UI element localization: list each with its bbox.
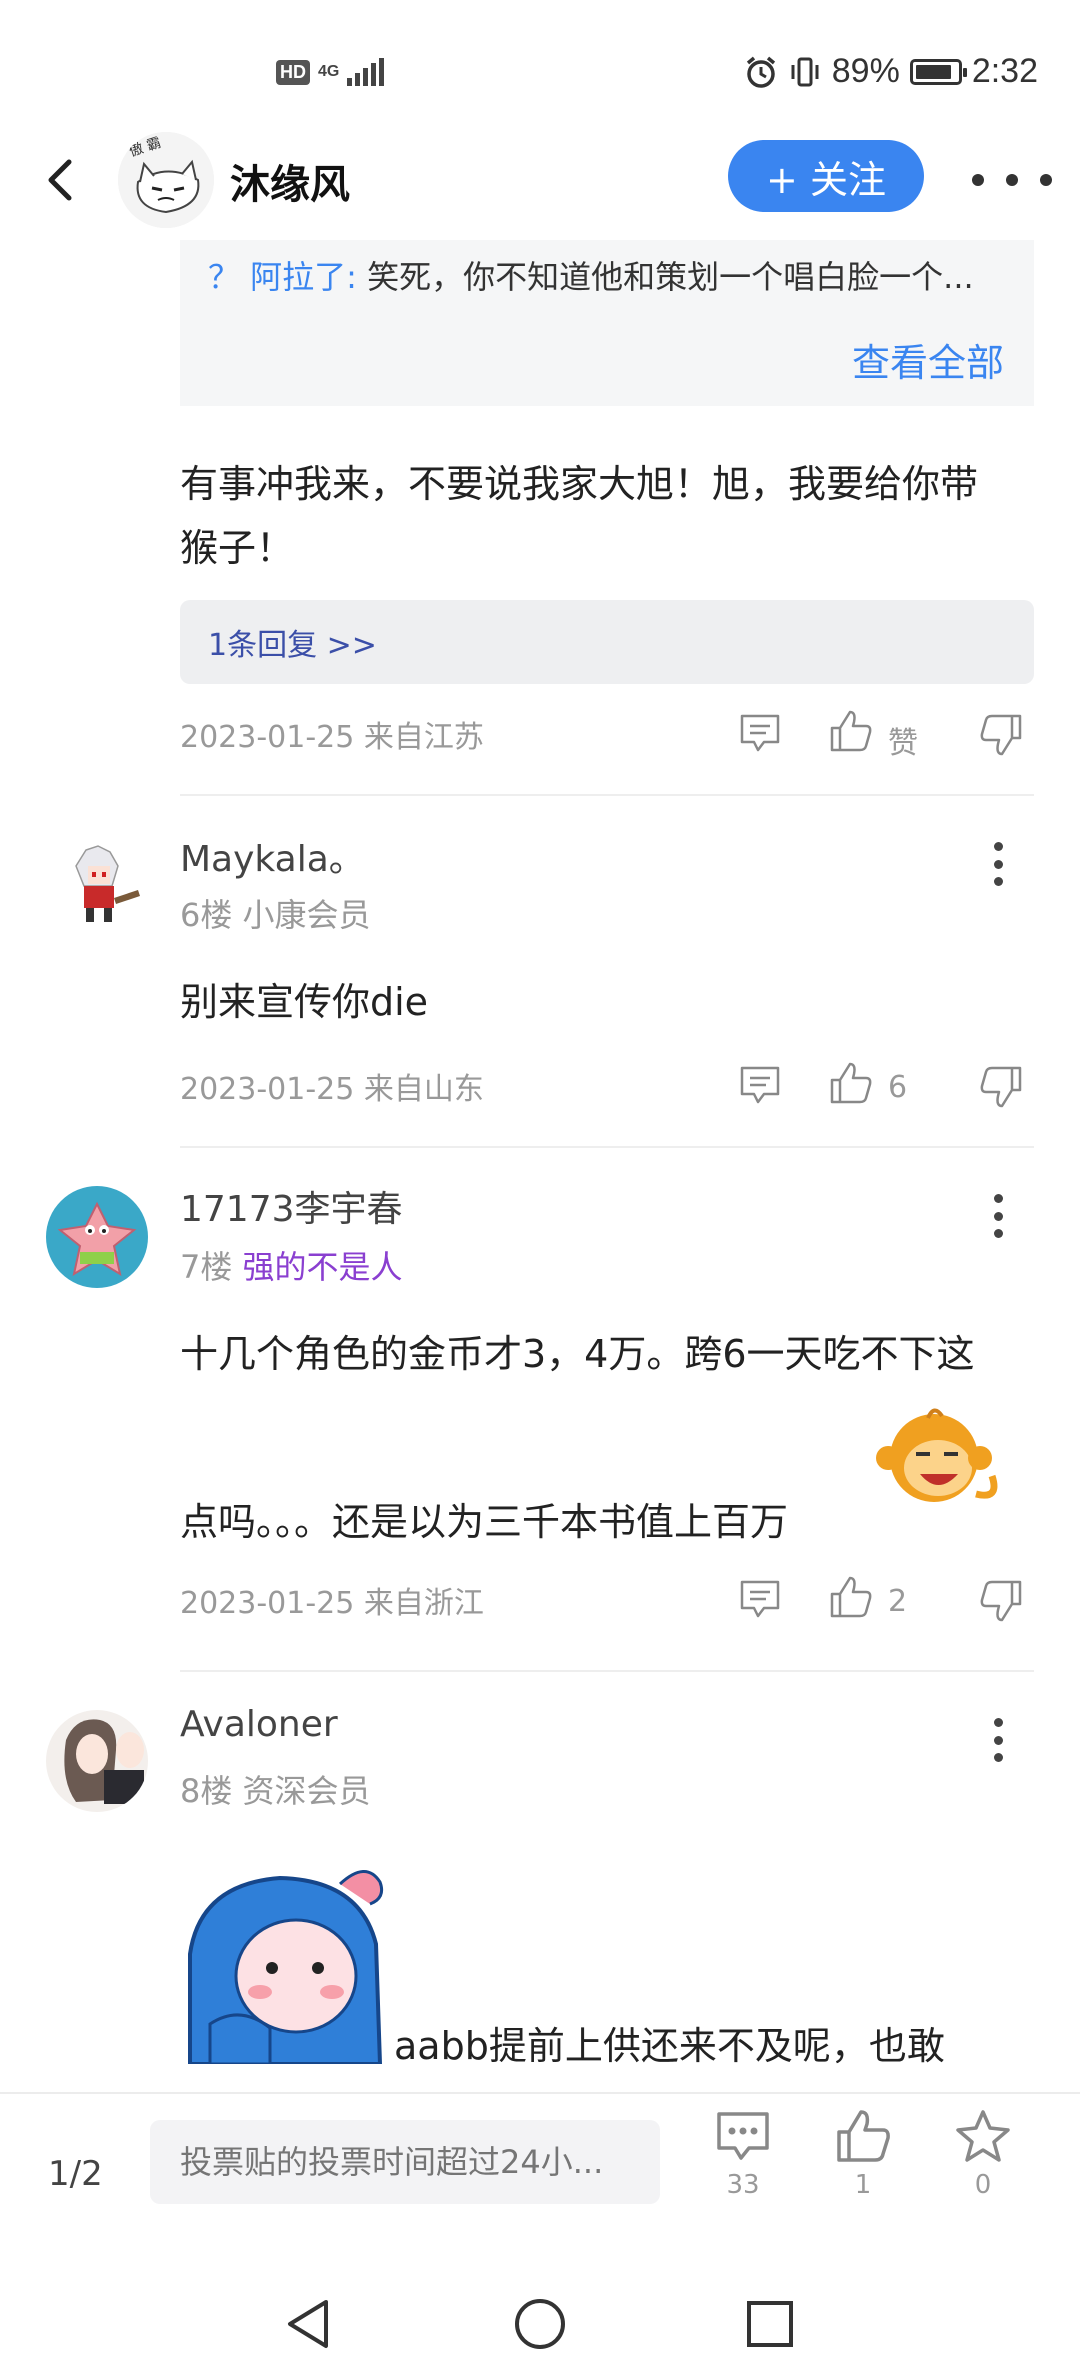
comments-button[interactable]: 33 — [698, 2108, 788, 2200]
reply-count-link[interactable]: 1条回复 >> — [180, 600, 1034, 684]
star-icon — [956, 2110, 1010, 2162]
post-menu-icon[interactable] — [978, 1186, 1018, 1246]
header: 傲 霸 沐缘风 + 关注 — [0, 130, 1080, 230]
network-type: 4G — [318, 63, 340, 80]
floor-number: 8楼 — [180, 1772, 233, 1810]
system-nav-bar — [0, 2272, 1080, 2376]
like-count: 2 — [888, 1584, 908, 1619]
post-body: 点吗。。。还是以为三千本书值上百万 — [180, 1500, 789, 1544]
post-line: 猴子！ — [180, 526, 295, 570]
signal-icon — [347, 58, 385, 86]
post-line: 有事冲我来，不要说我家大旭！旭，我要给你带 — [180, 462, 979, 506]
reply-input[interactable] — [150, 2120, 660, 2204]
nav-recents-button[interactable] — [738, 2292, 802, 2356]
post-body: 别来宣传你die — [180, 980, 429, 1024]
blue-sticker-icon — [188, 1870, 384, 2064]
avatar[interactable]: 傲 霸 — [118, 132, 214, 228]
clock: 2:32 — [971, 52, 1038, 90]
comment-icon[interactable] — [738, 712, 782, 754]
divider — [180, 1146, 1034, 1148]
floor-info: 7楼 强的不是人 — [180, 1242, 403, 1288]
post-meta: 2023-01-25 来自江苏 — [180, 720, 484, 755]
more-options-icon[interactable] — [972, 150, 1052, 210]
post-menu-icon[interactable] — [978, 834, 1018, 894]
comment-count: 33 — [726, 2170, 760, 2200]
status-right: 89% 2:32 — [744, 52, 1038, 91]
battery-icon — [909, 58, 967, 85]
nav-back-button[interactable] — [276, 2292, 340, 2356]
post-meta: 2023-01-25 来自山东 — [180, 1072, 484, 1107]
divider — [180, 794, 1034, 796]
post-actions: 赞 — [738, 704, 1038, 764]
post-actions: 6 — [738, 1056, 1038, 1116]
quoted-reply-box[interactable]: ？ 阿拉了: 笑死，你不知道他和策划一个唱白脸一个... 查看全部 — [180, 240, 1034, 406]
post-body: aabb提前上供还来不及呢，也敢 — [394, 2024, 945, 2068]
thumbs-up-icon[interactable] — [828, 1574, 874, 1620]
page-title: 沐缘风 — [230, 162, 350, 208]
page-indicator[interactable]: 1/2 — [48, 2154, 103, 2194]
triangle-back-icon — [288, 2300, 328, 2348]
view-all-link[interactable]: 查看全部 — [852, 332, 1004, 387]
member-title: 小康会员 — [242, 896, 371, 934]
favorite-button[interactable]: 0 — [938, 2108, 1028, 2200]
battery-percent: 89% — [831, 52, 900, 90]
like-count: 6 — [888, 1070, 908, 1105]
avatar[interactable] — [46, 1710, 148, 1812]
favorite-count: 0 — [974, 2170, 992, 2200]
thumbs-up-icon — [837, 2110, 890, 2162]
starfish-avatar-icon — [46, 1186, 148, 1288]
username[interactable]: Maykala。 — [180, 830, 365, 882]
quoted-user[interactable]: ？ 阿拉了: — [208, 258, 357, 296]
chevron-left-icon — [48, 159, 72, 201]
thumbs-up-icon[interactable] — [828, 1060, 874, 1106]
quoted-reply: ？ 阿拉了: 笑死，你不知道他和策划一个唱白脸一个... — [208, 252, 1008, 298]
username[interactable]: Avaloner — [180, 1704, 338, 1745]
thumbs-down-icon[interactable] — [978, 1064, 1024, 1110]
thumbs-down-icon[interactable] — [978, 712, 1024, 758]
post-body: 有事冲我来，不要说我家大旭！旭，我要给你带 猴子！ — [180, 452, 978, 580]
nav-home-button[interactable] — [508, 2292, 572, 2356]
status-bar: HD 4G 89% 2:32 — [0, 0, 1080, 150]
pixel-character-avatar-icon — [46, 836, 148, 938]
thumbs-down-icon[interactable] — [978, 1578, 1024, 1624]
circle-home-icon — [515, 2299, 565, 2349]
divider — [180, 1670, 1034, 1672]
reply-count-label: 1条回复 >> — [208, 628, 377, 663]
member-title: 资深会员 — [242, 1772, 371, 1810]
back-button[interactable] — [30, 150, 90, 210]
like-count: 1 — [854, 2170, 872, 2200]
status-left: HD 4G — [276, 58, 385, 86]
like-button[interactable]: 1 — [818, 2108, 908, 2200]
avatar[interactable] — [46, 836, 148, 938]
floor-number: 6楼 — [180, 896, 233, 934]
follow-button[interactable]: + 关注 — [728, 140, 924, 212]
comment-icon[interactable] — [738, 1578, 782, 1620]
comment-icon[interactable] — [738, 1064, 782, 1106]
hd-icon: HD — [276, 59, 310, 85]
monkey-emoji-icon — [876, 1408, 998, 1502]
bottom-bar: 1/2 33 1 0 — [0, 2092, 1080, 2272]
cat-avatar-icon: 傲 霸 — [118, 132, 214, 228]
floor-number: 7楼 — [180, 1248, 233, 1286]
floor-info: 6楼 小康会员 — [180, 890, 371, 936]
post-menu-icon[interactable] — [978, 1710, 1018, 1770]
username[interactable]: 17173李宇春 — [180, 1180, 403, 1232]
quoted-text: 笑死，你不知道他和策划一个唱白脸一个... — [356, 258, 974, 296]
anime-girl-avatar-icon — [46, 1710, 148, 1812]
square-recents-icon — [747, 2301, 793, 2347]
post-actions: 2 — [738, 1570, 1038, 1630]
member-title: 强的不是人 — [242, 1248, 403, 1286]
like-label: 赞 — [888, 726, 918, 761]
alarm-icon — [746, 56, 775, 88]
post-meta: 2023-01-25 来自浙江 — [180, 1586, 484, 1621]
thumbs-up-icon[interactable] — [828, 708, 874, 754]
comment-bubble-icon — [717, 2112, 769, 2160]
post-body: 十几个角色的金币才3，4万。跨6一天吃不下这 — [180, 1332, 975, 1376]
avatar[interactable] — [46, 1186, 148, 1288]
vibrate-icon — [791, 57, 819, 86]
floor-info: 8楼 资深会员 — [180, 1766, 371, 1812]
